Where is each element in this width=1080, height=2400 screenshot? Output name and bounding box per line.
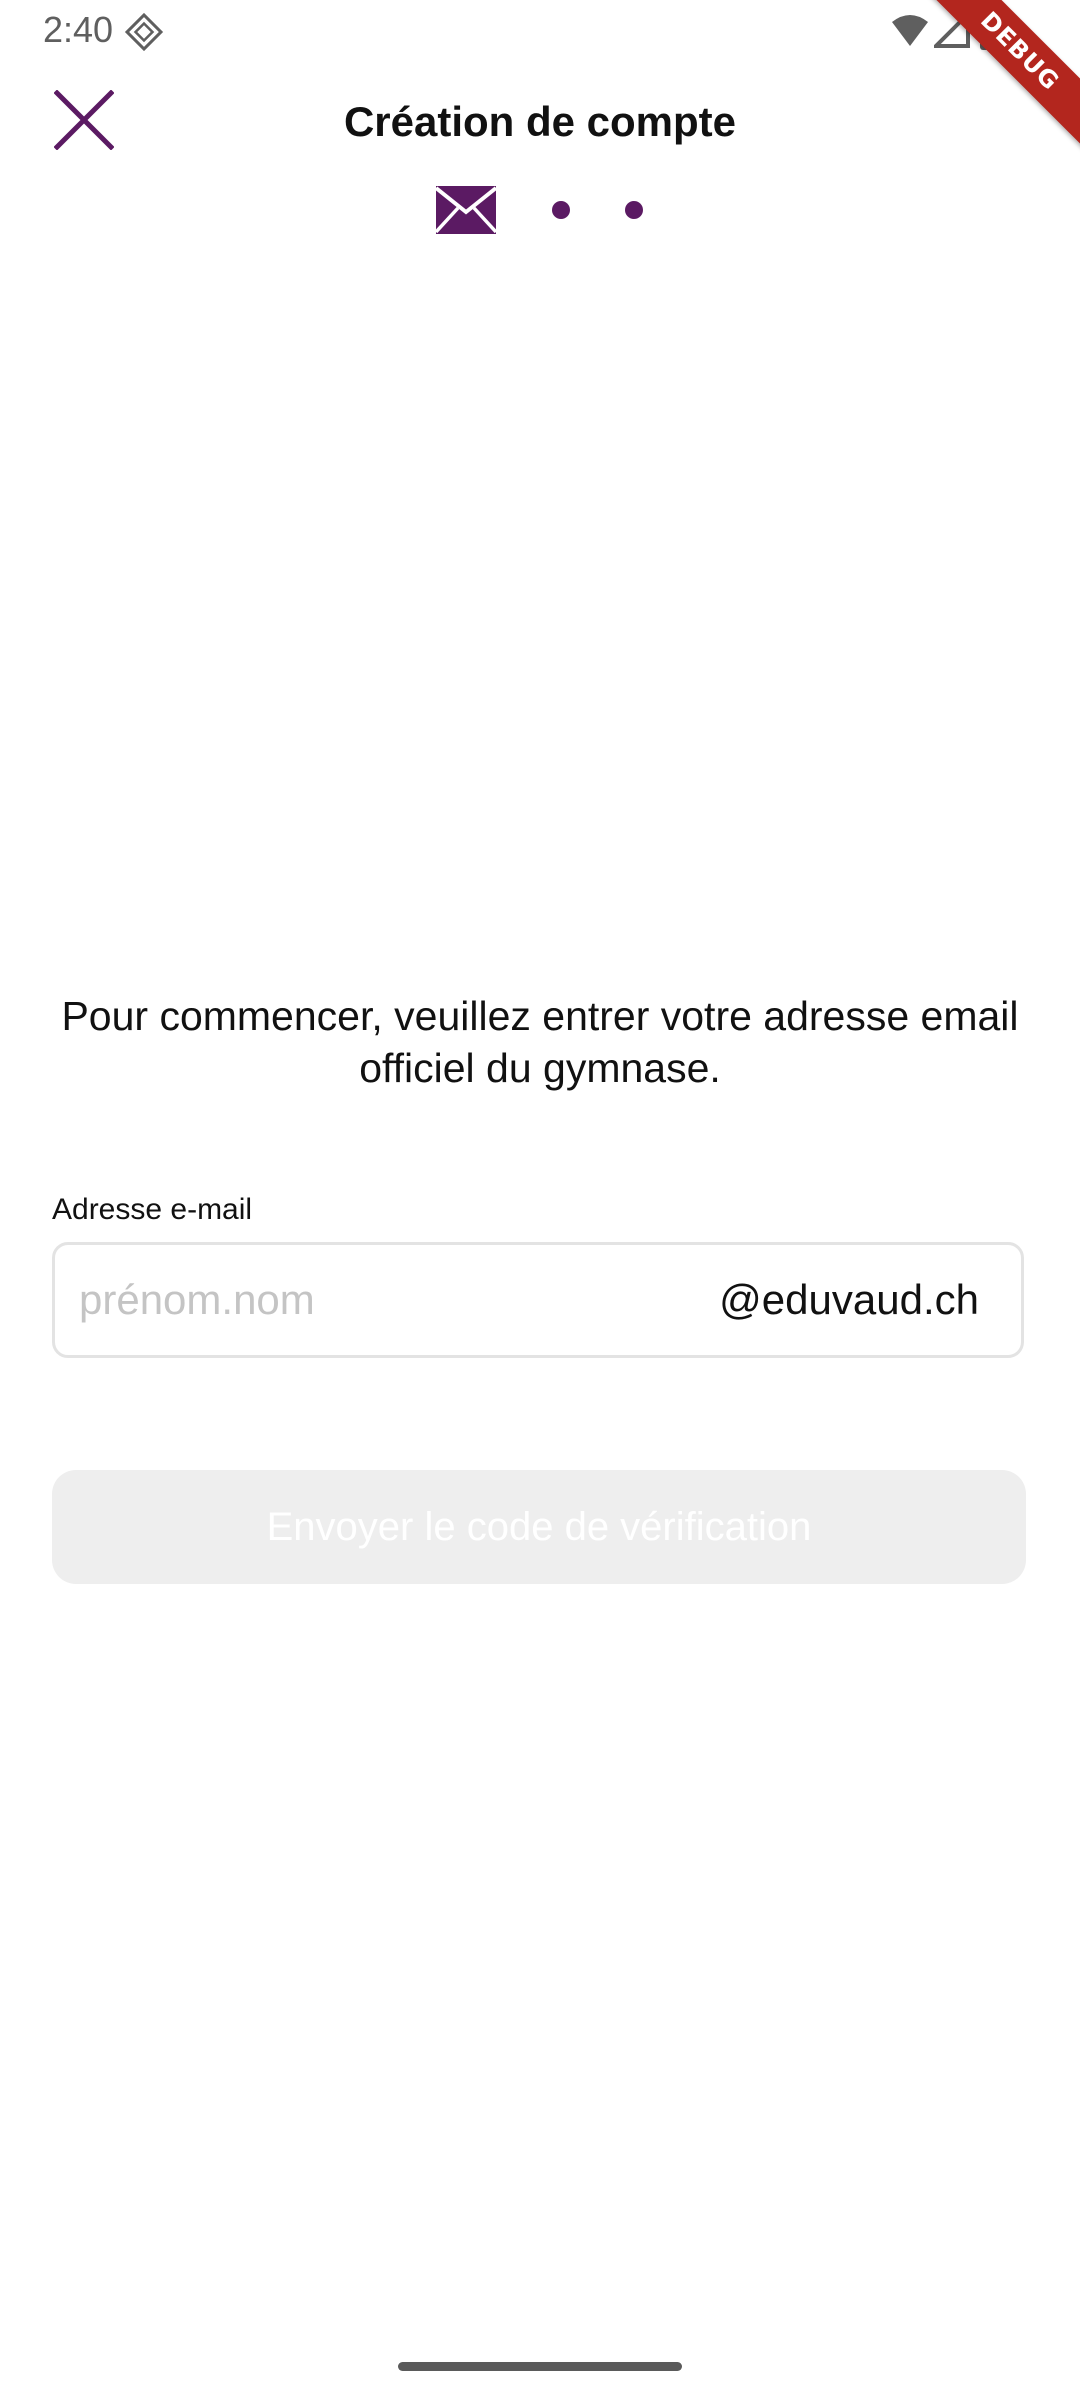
email-input[interactable] bbox=[79, 1245, 719, 1355]
status-time: 2:40 bbox=[43, 9, 114, 50]
home-indicator[interactable] bbox=[398, 2362, 682, 2371]
status-bar: 2:40 bbox=[0, 0, 1080, 60]
step-dot-3 bbox=[625, 201, 643, 219]
diamond-notification-icon bbox=[124, 12, 164, 52]
page-title: Création de compte bbox=[343, 98, 737, 145]
email-field[interactable]: @eduvaud.ch bbox=[52, 1242, 1024, 1358]
step-dot-2 bbox=[552, 201, 570, 219]
email-field-label: Adresse e-mail bbox=[52, 1193, 253, 1226]
send-verification-code-button[interactable]: Envoyer le code de vérification bbox=[52, 1470, 1026, 1584]
envelope-icon bbox=[436, 186, 496, 234]
instruction-text: Pour commencer, veuillez entrer votre ad… bbox=[61, 993, 1019, 1091]
email-domain-suffix: @eduvaud.ch bbox=[719, 1276, 979, 1323]
step-indicator bbox=[0, 184, 1080, 240]
wifi-icon bbox=[892, 15, 928, 46]
